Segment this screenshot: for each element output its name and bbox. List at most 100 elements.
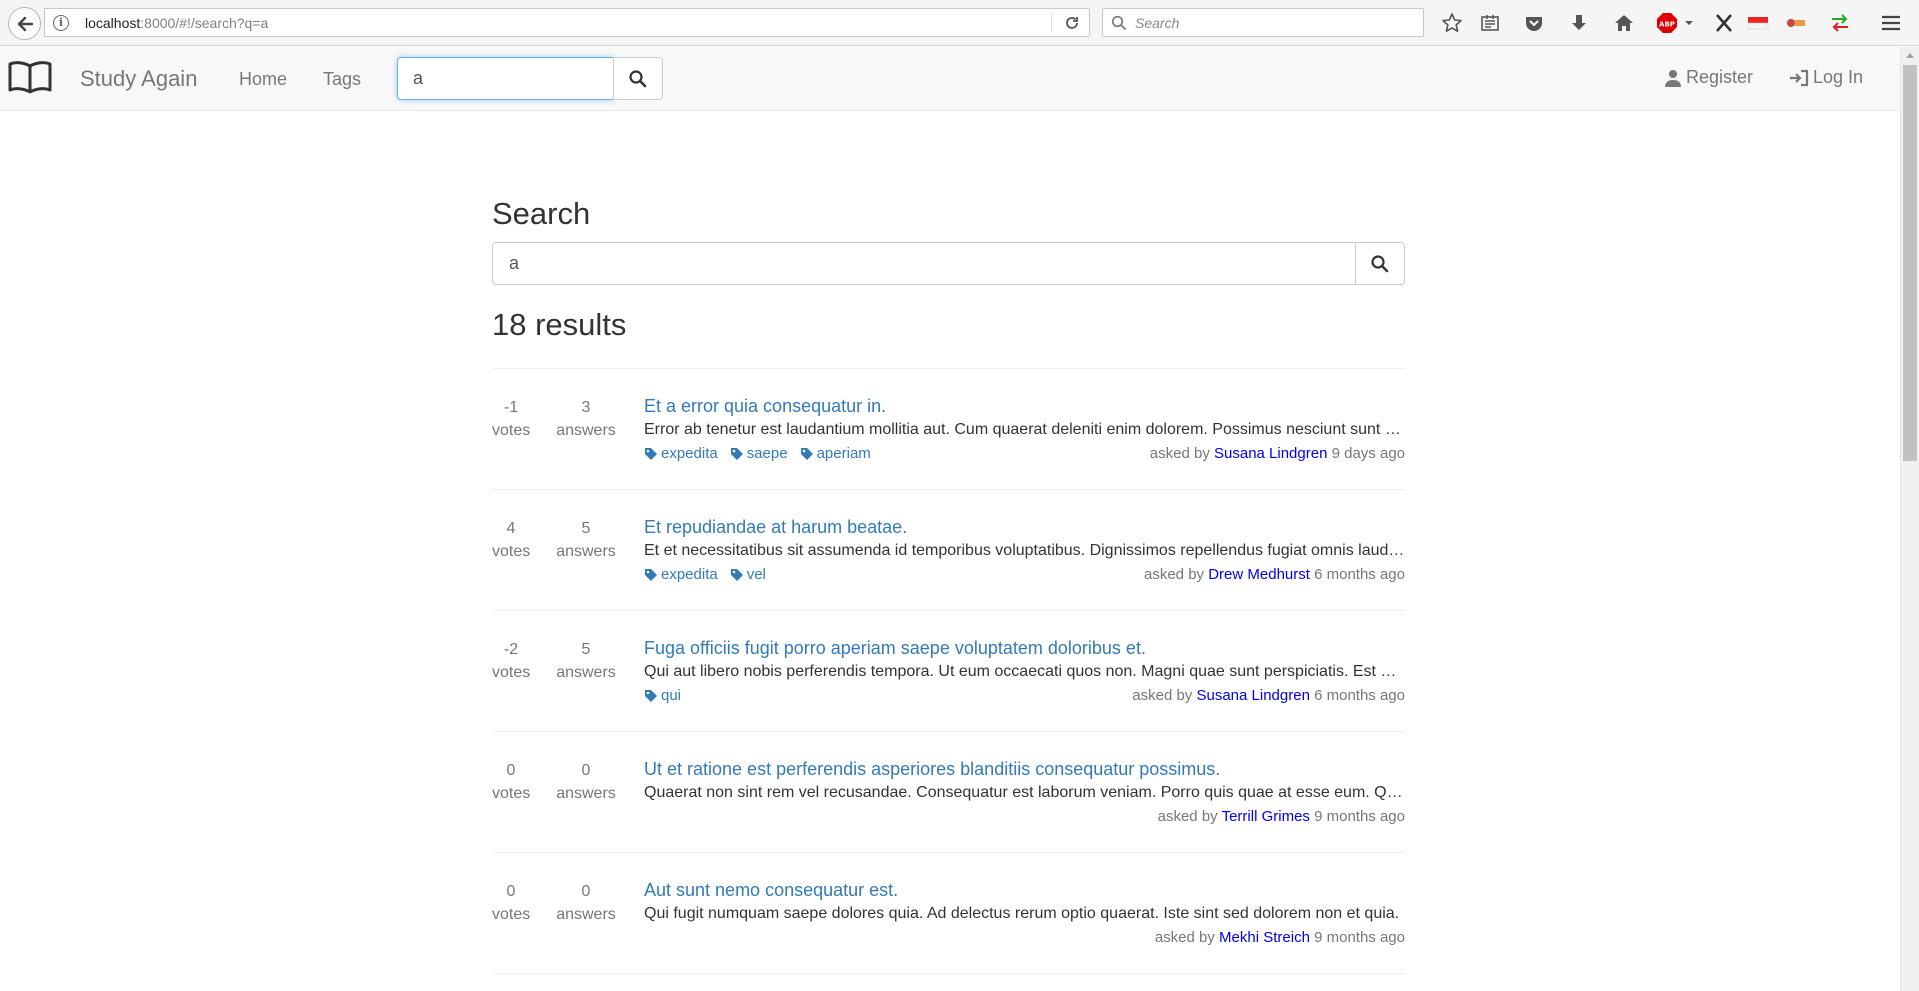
question-title-link[interactable]: Aut sunt nemo consequatur est. bbox=[644, 880, 898, 901]
vote-count: 0 votes bbox=[492, 759, 530, 805]
author-link[interactable]: Susana Lindgren bbox=[1214, 445, 1327, 462]
tag-link[interactable]: expedita bbox=[644, 445, 718, 462]
search-button[interactable] bbox=[1355, 242, 1405, 285]
answer-value: 3 bbox=[581, 399, 591, 416]
page-scrollbar[interactable] bbox=[1900, 47, 1919, 991]
author-link[interactable]: Susana Lindgren bbox=[1196, 687, 1309, 704]
vote-count: -2 votes bbox=[492, 638, 530, 684]
vote-value: 4 bbox=[506, 520, 516, 537]
hamburger-menu-icon[interactable] bbox=[1879, 11, 1903, 35]
question-excerpt: Qui fugit numquam saepe dolores quia. Ad… bbox=[644, 905, 1400, 922]
nav-search-input[interactable] bbox=[397, 57, 614, 100]
asked-by-label: asked by bbox=[1149, 445, 1210, 462]
vote-value: -1 bbox=[503, 399, 519, 416]
brand-name[interactable]: Study Again bbox=[80, 66, 197, 92]
votes-label: votes bbox=[492, 422, 531, 439]
vote-count: 4 votes bbox=[492, 517, 530, 563]
answer-count: 0 answers bbox=[552, 880, 620, 926]
register-link[interactable]: Register bbox=[1664, 67, 1753, 88]
tag-label: expedita bbox=[661, 566, 718, 583]
back-button[interactable] bbox=[8, 7, 41, 40]
asked-time: 9 months ago bbox=[1314, 808, 1405, 825]
tag-link[interactable]: vel bbox=[730, 566, 766, 583]
tag-icon bbox=[645, 447, 657, 460]
browser-search-placeholder: Search bbox=[1135, 15, 1180, 31]
question-excerpt: Error ab tenetur est laudantium mollitia… bbox=[644, 421, 1405, 438]
browser-toolbar: i localhost:8000/#!/search?q=a Search AB… bbox=[0, 0, 1919, 46]
question-excerpt: Qui aut libero nobis perferendis tempora… bbox=[644, 663, 1405, 680]
question-meta: asked by Susana Lindgren 9 days ago bbox=[1150, 445, 1405, 462]
site-navbar: Study Again Home Tags Register Log In bbox=[0, 47, 1900, 111]
tag-icon bbox=[645, 568, 657, 581]
answer-count: 0 answers bbox=[552, 759, 620, 805]
download-icon[interactable] bbox=[1567, 11, 1591, 35]
x-extension-icon[interactable] bbox=[1712, 11, 1736, 35]
login-link[interactable]: Log In bbox=[1789, 67, 1863, 88]
scroll-up-arrow-icon[interactable] bbox=[1906, 53, 1914, 58]
answer-value: 5 bbox=[581, 641, 591, 658]
result-item: -2 votes 5 answers Fuga officiis fugit por… bbox=[492, 611, 1405, 732]
search-icon bbox=[1111, 15, 1127, 31]
question-title-link[interactable]: Fuga officiis fugit porro aperiam saepe … bbox=[644, 638, 1146, 659]
browser-search-box[interactable]: Search bbox=[1102, 8, 1424, 37]
reading-list-icon[interactable] bbox=[1478, 11, 1502, 35]
answers-label: answers bbox=[556, 543, 616, 560]
search-icon bbox=[1371, 254, 1389, 272]
info-icon[interactable]: i bbox=[53, 15, 69, 31]
asked-by-label: asked by bbox=[1144, 566, 1205, 583]
author-link[interactable]: Drew Medhurst bbox=[1208, 566, 1310, 583]
answer-value: 5 bbox=[581, 520, 591, 537]
question-meta: asked by Drew Medhurst 6 months ago bbox=[1144, 566, 1405, 583]
flag-extension-icon[interactable] bbox=[1746, 11, 1770, 35]
adblock-icon[interactable]: ABP bbox=[1656, 11, 1696, 35]
vote-value: -2 bbox=[503, 641, 519, 658]
answer-value: 0 bbox=[581, 883, 591, 900]
page-title: Search bbox=[492, 196, 591, 231]
url-host: localhost bbox=[85, 15, 141, 31]
answer-count: 3 answers bbox=[552, 396, 620, 442]
tag-link[interactable]: expedita bbox=[644, 566, 718, 583]
search-input[interactable] bbox=[492, 242, 1356, 285]
question-title-link[interactable]: Et repudiandae at harum beatae. bbox=[644, 517, 907, 538]
login-label: Log In bbox=[1813, 67, 1864, 87]
question-title-link[interactable]: Et a error quia consequatur in. bbox=[644, 396, 886, 417]
address-bar[interactable]: i localhost:8000/#!/search?q=a bbox=[44, 8, 1090, 37]
tag-link[interactable]: aperiam bbox=[800, 445, 871, 462]
tag-label: qui bbox=[661, 687, 682, 704]
votes-label: votes bbox=[492, 906, 531, 923]
author-link[interactable]: Terrill Grimes bbox=[1222, 808, 1310, 825]
svg-text:ABP: ABP bbox=[1659, 21, 1675, 29]
tag-icon bbox=[645, 689, 657, 702]
question-title-link[interactable]: Ut et ratione est perferendis asperiores… bbox=[644, 759, 1220, 780]
home-icon[interactable] bbox=[1612, 11, 1636, 35]
nav-tags-link[interactable]: Tags bbox=[323, 69, 361, 90]
asked-by-label: asked by bbox=[1132, 687, 1193, 704]
author-link[interactable]: Mekhi Streich bbox=[1219, 929, 1310, 946]
result-item: -1 votes 3 answers Et a error quia consequ… bbox=[492, 369, 1405, 490]
pocket-icon[interactable] bbox=[1522, 11, 1546, 35]
omr-extension-icon[interactable] bbox=[1784, 11, 1808, 35]
switch-extension-icon[interactable] bbox=[1828, 11, 1852, 35]
tag-list: expedita vel bbox=[644, 566, 766, 583]
tag-link[interactable]: saepe bbox=[730, 445, 788, 462]
asked-time: 6 months ago bbox=[1314, 687, 1405, 704]
answers-label: answers bbox=[556, 906, 616, 923]
question-excerpt: Et et necessitatibus sit assumenda id te… bbox=[644, 542, 1405, 559]
search-icon bbox=[629, 69, 647, 87]
tag-link[interactable]: qui bbox=[644, 687, 681, 704]
reload-button[interactable] bbox=[1061, 13, 1083, 33]
url-path: :8000/#!/search?q=a bbox=[140, 15, 269, 31]
tag-list: expedita saepe aperiam bbox=[644, 445, 871, 462]
bookmark-star-icon[interactable] bbox=[1440, 11, 1464, 35]
tag-list: qui bbox=[644, 687, 681, 704]
asked-time: 6 months ago bbox=[1314, 566, 1405, 583]
asked-time: 9 months ago bbox=[1314, 929, 1405, 946]
url-text[interactable]: localhost:8000/#!/search?q=a bbox=[85, 15, 268, 31]
scrollbar-thumb[interactable] bbox=[1903, 65, 1917, 461]
reload-icon bbox=[1066, 17, 1078, 29]
nav-home-link[interactable]: Home bbox=[239, 69, 287, 90]
results-list: -1 votes 3 answers Et a error quia consequ… bbox=[492, 368, 1405, 974]
book-logo-icon[interactable] bbox=[8, 60, 52, 94]
divider bbox=[1051, 13, 1052, 33]
nav-search-button[interactable] bbox=[613, 57, 663, 100]
